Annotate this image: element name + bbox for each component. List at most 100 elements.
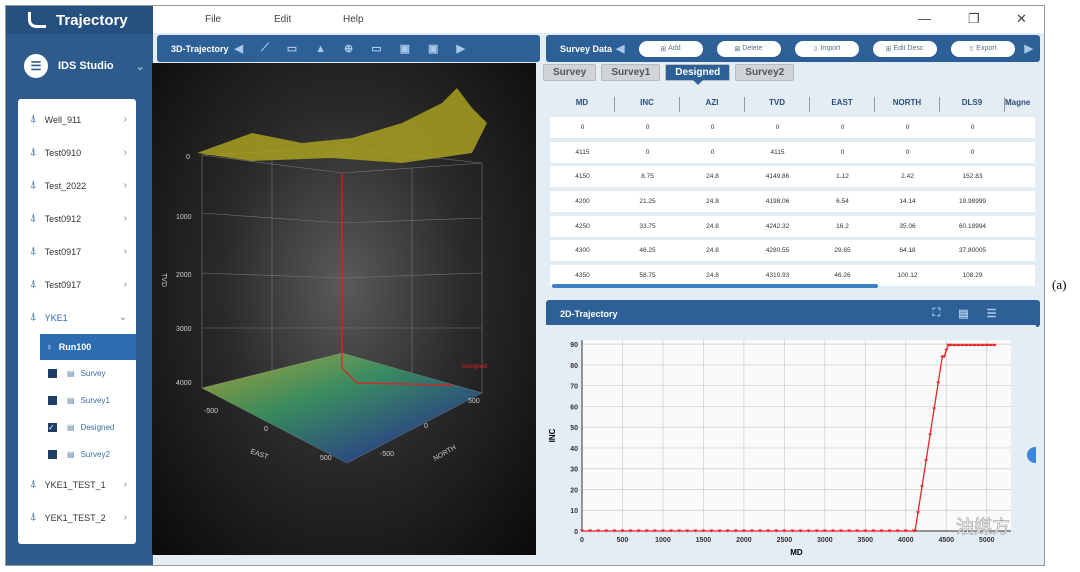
survey-label: Survey2 bbox=[80, 450, 110, 459]
well-label: YKE1_TEST_1 bbox=[44, 479, 106, 490]
scroll-right-icon[interactable]: ▶ bbox=[456, 42, 464, 55]
sidebar: Trajectory ☰ IDS Studio ⌄ ⍋ Well_911 › ⍋ Test0… bbox=[6, 6, 153, 565]
close-button[interactable]: ✕ bbox=[1016, 11, 1027, 27]
tree-well[interactable]: ⍋ Test_2022 › bbox=[18, 169, 136, 202]
surface-icon[interactable]: ▲ bbox=[315, 43, 326, 55]
inc-md-chart: 0 10 20 30 40 50 60 70 80 90 0 500 1000 1500 2000 2500 3… bbox=[548, 340, 1043, 557]
restore-button[interactable]: ❐ bbox=[968, 11, 980, 27]
tree-survey[interactable]: ▤ Survey2 bbox=[18, 441, 136, 468]
legend-icon[interactable]: ▤ bbox=[958, 307, 968, 320]
north-tick: -500 bbox=[380, 451, 394, 458]
checkbox[interactable]: ✓ bbox=[48, 423, 57, 432]
east-tick: 500 bbox=[320, 455, 332, 462]
east-tick: 0 bbox=[264, 426, 268, 433]
column-header[interactable]: EAST bbox=[810, 97, 875, 112]
import-button[interactable]: ⇩ Import bbox=[794, 40, 859, 57]
tree-well[interactable]: ⍋ Well_911 › bbox=[18, 103, 136, 136]
column-header[interactable]: AZI bbox=[680, 97, 745, 112]
table-row[interactable]: 4200 21.25 24.8 4198.06 6.54 14.14 19.98999 bbox=[550, 191, 1035, 213]
tree-well[interactable]: ⍋ Test0910 › bbox=[18, 136, 136, 169]
tree-well[interactable]: ⍋ YKE1_TEST_1 › bbox=[18, 468, 136, 501]
checkbox[interactable] bbox=[48, 369, 57, 378]
scroll-left-icon[interactable]: ◀ bbox=[616, 42, 624, 55]
tag-icon[interactable]: ▭ bbox=[371, 42, 381, 55]
well-icon: ⍋ bbox=[30, 311, 37, 323]
table-row[interactable]: 0 0 0 0 0 0 0 bbox=[550, 117, 1035, 138]
delete-button[interactable]: ⊠ Delete bbox=[716, 40, 781, 57]
well-label: Test0917 bbox=[44, 279, 82, 290]
tree-run[interactable]: ♀ Run100 bbox=[40, 334, 136, 360]
checkbox[interactable] bbox=[48, 450, 57, 459]
table-row[interactable]: 4150 8.75 24.8 4149.86 1.12 2.42 152.83 bbox=[550, 166, 1035, 188]
measure-icon[interactable]: ⟋ bbox=[261, 42, 269, 55]
surface-bottom bbox=[202, 353, 482, 463]
tab-survey1[interactable]: Survey1 bbox=[601, 64, 661, 81]
table-cell: 64.18 bbox=[899, 247, 916, 255]
zoom-in-icon[interactable]: ⊕ bbox=[344, 42, 353, 55]
north-view-icon[interactable]: ▣ bbox=[400, 42, 410, 55]
column-header[interactable]: Magne bbox=[1005, 97, 1035, 112]
table-row[interactable]: 4115 0 0 4115 0 0 0 bbox=[550, 141, 1035, 163]
tree-survey[interactable]: ▤ Survey bbox=[18, 360, 136, 387]
column-header[interactable]: TVD bbox=[745, 97, 810, 112]
tab-survey[interactable]: Survey bbox=[543, 64, 597, 81]
column-header[interactable]: INC bbox=[615, 97, 680, 112]
table-cell: 4350 bbox=[575, 272, 590, 280]
tree-survey[interactable]: ✓ ▤ Designed bbox=[18, 414, 136, 441]
table-row[interactable]: 4350 58.75 24.8 4310.93 46.26 100.12 108.29 bbox=[550, 265, 1035, 287]
3d-viewport[interactable]: Designed 0 1000 2000 3000 4000 -500 0 50… bbox=[152, 63, 536, 555]
edit-desc-button[interactable]: ⊞ Edit Desc bbox=[872, 40, 937, 57]
table-cell: 0 bbox=[840, 148, 845, 156]
table-cell: 24.8 bbox=[706, 247, 719, 255]
column-header[interactable]: MD bbox=[550, 97, 615, 112]
menu-file[interactable]: File bbox=[205, 14, 222, 25]
scroll-right-icon[interactable]: ▶ bbox=[1025, 42, 1033, 55]
survey-title: Survey Data bbox=[560, 43, 613, 54]
scroll-left-icon[interactable]: ◀ bbox=[235, 42, 243, 55]
x-tick-label: 4500 bbox=[938, 537, 954, 544]
tvd-tick: 4000 bbox=[176, 380, 192, 387]
list-icon[interactable]: ☰ bbox=[987, 307, 997, 320]
export-button[interactable]: ⇧ Export bbox=[950, 40, 1015, 57]
east-axis-label: EAST bbox=[249, 448, 269, 461]
menu-edit[interactable]: Edit bbox=[274, 14, 291, 25]
y-tick-label: 10 bbox=[570, 508, 578, 515]
survey-table: 0 0 0 0 0 0 0 4115 0 0 4115 0 0 0 4150 8.75 24.8 4149.86 1… bbox=[550, 117, 1035, 290]
table-row[interactable]: 4250 33.75 24.8 4242.32 16.2 35.06 60.18994 bbox=[550, 215, 1035, 237]
table-cell: 152.83 bbox=[962, 173, 983, 181]
table-cell: 0 bbox=[645, 148, 650, 156]
x-tick-label: 4000 bbox=[898, 537, 914, 544]
table-cell: 24.8 bbox=[706, 173, 719, 181]
plot-area bbox=[582, 340, 1011, 531]
toolbar-2d: 2D-Trajectory ⛶ ▤ ☰ bbox=[546, 300, 1040, 327]
tree-well[interactable]: ⍋ Test0917 › bbox=[18, 235, 136, 268]
table-cell: 33.75 bbox=[639, 222, 656, 230]
column-header[interactable]: DLS9 bbox=[940, 97, 1005, 112]
well-tree: ⍋ Well_911 › ⍋ Test0910 › ⍋ Test_2022 › ⍋ Test0912… bbox=[18, 99, 136, 544]
horizontal-scrollbar[interactable] bbox=[552, 284, 878, 288]
tab-designed[interactable]: Designed bbox=[665, 64, 731, 85]
table-row[interactable]: 4300 46.25 24.8 4280.55 29.65 64.18 37.80005 bbox=[550, 240, 1035, 262]
tree-well[interactable]: ⍋ YEK1_TEST_2 › bbox=[18, 501, 136, 534]
table-header: MD INC AZI TVD EAST NORTH DLS9 Magne bbox=[550, 95, 1035, 112]
tree-survey[interactable]: ▤ Survey1 bbox=[18, 387, 136, 414]
collapse-handle bbox=[1027, 447, 1043, 463]
fit-view-icon[interactable]: ⛶ bbox=[933, 307, 941, 320]
menu-help[interactable]: Help bbox=[343, 14, 364, 25]
tree-well[interactable]: ⍋ Test0917 › bbox=[18, 268, 136, 301]
delete-label: Delete bbox=[742, 45, 763, 52]
add-button[interactable]: ⊞ Add bbox=[638, 40, 703, 57]
tree-well-open[interactable]: ⍋ YKE1 ⌄ bbox=[18, 301, 136, 334]
table-cell: 4242.32 bbox=[765, 222, 790, 230]
ruler-icon[interactable]: ▭ bbox=[287, 42, 297, 55]
chevron-down-icon: ⌄ bbox=[118, 312, 127, 323]
studio-selector[interactable]: ☰ IDS Studio ⌄ bbox=[6, 34, 153, 78]
east-view-icon[interactable]: ▣ bbox=[428, 42, 438, 55]
tree-well[interactable]: ⍋ Test0912 › bbox=[18, 202, 136, 235]
tab-survey2[interactable]: Survey2 bbox=[735, 64, 795, 81]
table-cell: 0 bbox=[710, 148, 715, 156]
table-cell: 0 bbox=[840, 124, 845, 131]
column-header[interactable]: NORTH bbox=[875, 97, 940, 112]
minimize-button[interactable]: — bbox=[918, 11, 931, 26]
checkbox[interactable] bbox=[48, 396, 57, 405]
